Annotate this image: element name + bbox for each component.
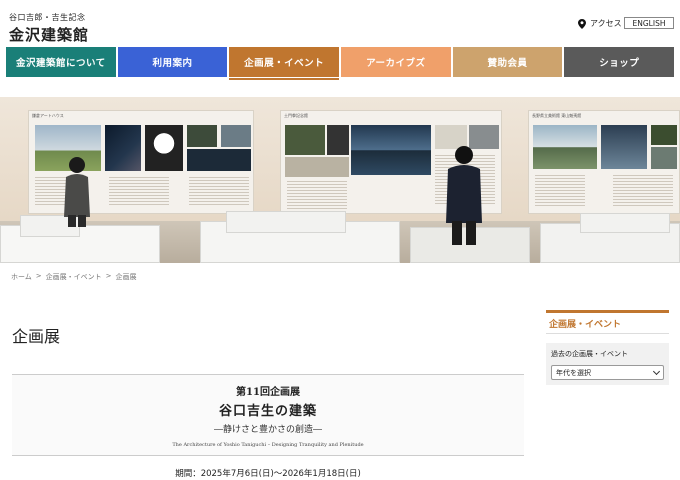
panel-photo	[187, 149, 251, 171]
panel-title: 長野県立美術館 東山魁夷館	[532, 113, 582, 118]
panel-photo	[327, 125, 349, 155]
breadcrumb-current: 企画展	[115, 273, 137, 281]
nav-item-archives[interactable]: アーカイブズ	[341, 47, 451, 77]
nav-item-about[interactable]: 金沢建築館について	[6, 47, 116, 77]
exhibition-period: 期間：2025年7月6日(日)〜2026年1月18日(日)	[175, 469, 361, 479]
panel-text	[109, 177, 169, 207]
visitor-figure	[62, 155, 92, 227]
exhibition-number: 第11回企画展	[236, 387, 300, 398]
site-logo[interactable]: 谷口吉郎・吉生記念 金沢建築館	[9, 12, 89, 45]
nav-item-guide[interactable]: 利用案内	[117, 47, 228, 77]
main-nav: 金沢建築館について 利用案内 企画展・イベント アーカイブズ 賛助会員 ショップ	[6, 47, 675, 80]
year-select[interactable]: 年代を選択	[551, 365, 664, 380]
nav-item-shop[interactable]: ショップ	[564, 47, 675, 77]
panel-text	[535, 175, 585, 207]
exhibition-english-title: The Architecture of Yoshio Taniguchi – D…	[172, 442, 364, 448]
chevron-down-icon	[652, 367, 661, 375]
breadcrumb: ホーム > 企画展・イベント > 企画展	[11, 272, 137, 282]
past-exhibitions-label: 過去の企画展・イベント	[551, 350, 628, 358]
map-pin-icon	[578, 18, 586, 29]
nav-item-exhibitions[interactable]: 企画展・イベント	[229, 47, 340, 80]
panel-photo	[285, 125, 325, 155]
breadcrumb-separator: >	[35, 272, 42, 280]
visitor-figure	[444, 145, 484, 245]
logo-subtitle: 谷口吉郎・吉生記念	[9, 13, 86, 22]
year-select-value: 年代を選択	[556, 368, 591, 377]
panel-photo	[651, 147, 677, 169]
hero-image: 鎌倉アートハウス 土門拳記念館 長野県立美術館 東山魁夷館	[0, 97, 680, 263]
panel-photo	[105, 125, 141, 171]
panel-text	[189, 177, 249, 207]
panel-text	[287, 181, 347, 209]
panel-photo	[221, 125, 251, 147]
panel-photo	[651, 125, 677, 145]
panel-photo	[351, 125, 431, 175]
page-title: 企画展	[12, 327, 61, 346]
sidebar-heading[interactable]: 企画展・イベント	[546, 310, 669, 334]
panel-text	[613, 175, 673, 207]
breadcrumb-exhibitions[interactable]: 企画展・イベント	[46, 272, 102, 282]
sidebar: 企画展・イベント 過去の企画展・イベント 年代を選択	[546, 310, 669, 385]
panel-photo	[187, 125, 217, 147]
breadcrumb-separator: >	[105, 272, 112, 280]
breadcrumb-home[interactable]: ホーム	[11, 272, 32, 282]
english-button[interactable]: ENGLISH	[624, 17, 674, 29]
exhibition-subtitle: ―静けさと豊かさの創造―	[213, 425, 322, 435]
architecture-model	[226, 211, 346, 233]
exhibition-banner: 第11回企画展 谷口吉生の建築 ―静けさと豊かさの創造― The Archite…	[12, 374, 524, 456]
exhibit-panel: 長野県立美術館 東山魁夷館	[528, 110, 680, 214]
panel-title: 土門拳記念館	[284, 113, 308, 118]
panel-photo	[285, 157, 349, 177]
exhibition-title: 谷口吉生の建築	[218, 404, 317, 419]
access-label: アクセス	[590, 19, 622, 28]
panel-photo	[145, 125, 183, 171]
access-link[interactable]: アクセス	[578, 18, 622, 29]
nav-item-members[interactable]: 賛助会員	[452, 47, 563, 77]
past-exhibitions-box: 過去の企画展・イベント 年代を選択	[546, 343, 669, 385]
logo-title: 金沢建築館	[9, 26, 90, 44]
panel-title: 鎌倉アートハウス	[32, 113, 64, 118]
panel-photo	[601, 125, 647, 169]
panel-photo	[533, 125, 597, 169]
architecture-model	[580, 213, 670, 233]
